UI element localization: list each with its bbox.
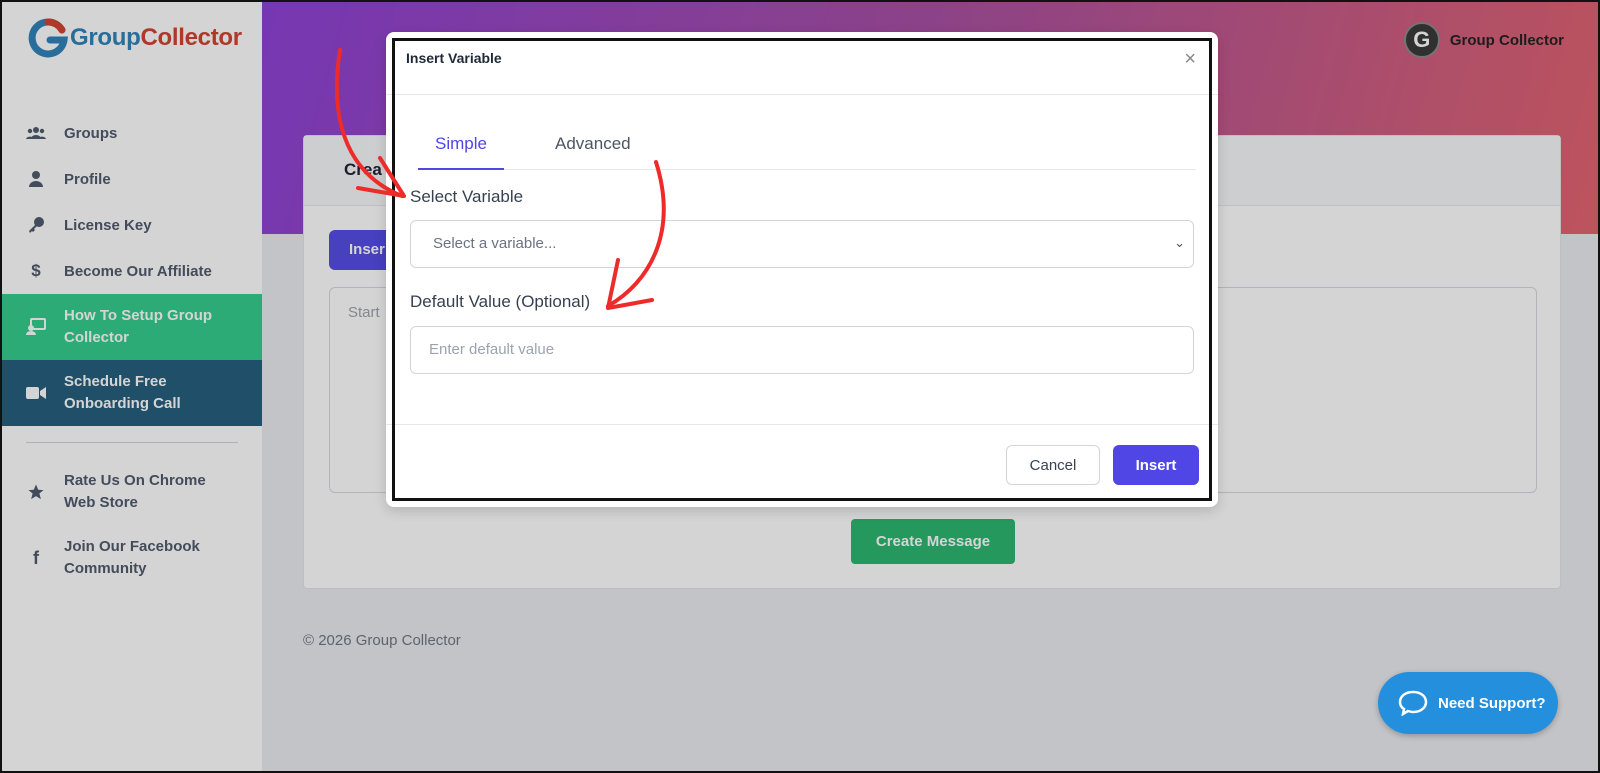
chat-bubble-icon [1398, 690, 1428, 716]
need-support-button[interactable]: Need Support? [1378, 672, 1558, 734]
app-frame: GroupCollector Groups Profile License Ke… [0, 0, 1600, 773]
need-support-label: Need Support? [1438, 694, 1546, 712]
insert-variable-modal: Insert Variable × Simple Advanced Select… [386, 32, 1218, 507]
highlight-frame [392, 38, 1212, 501]
